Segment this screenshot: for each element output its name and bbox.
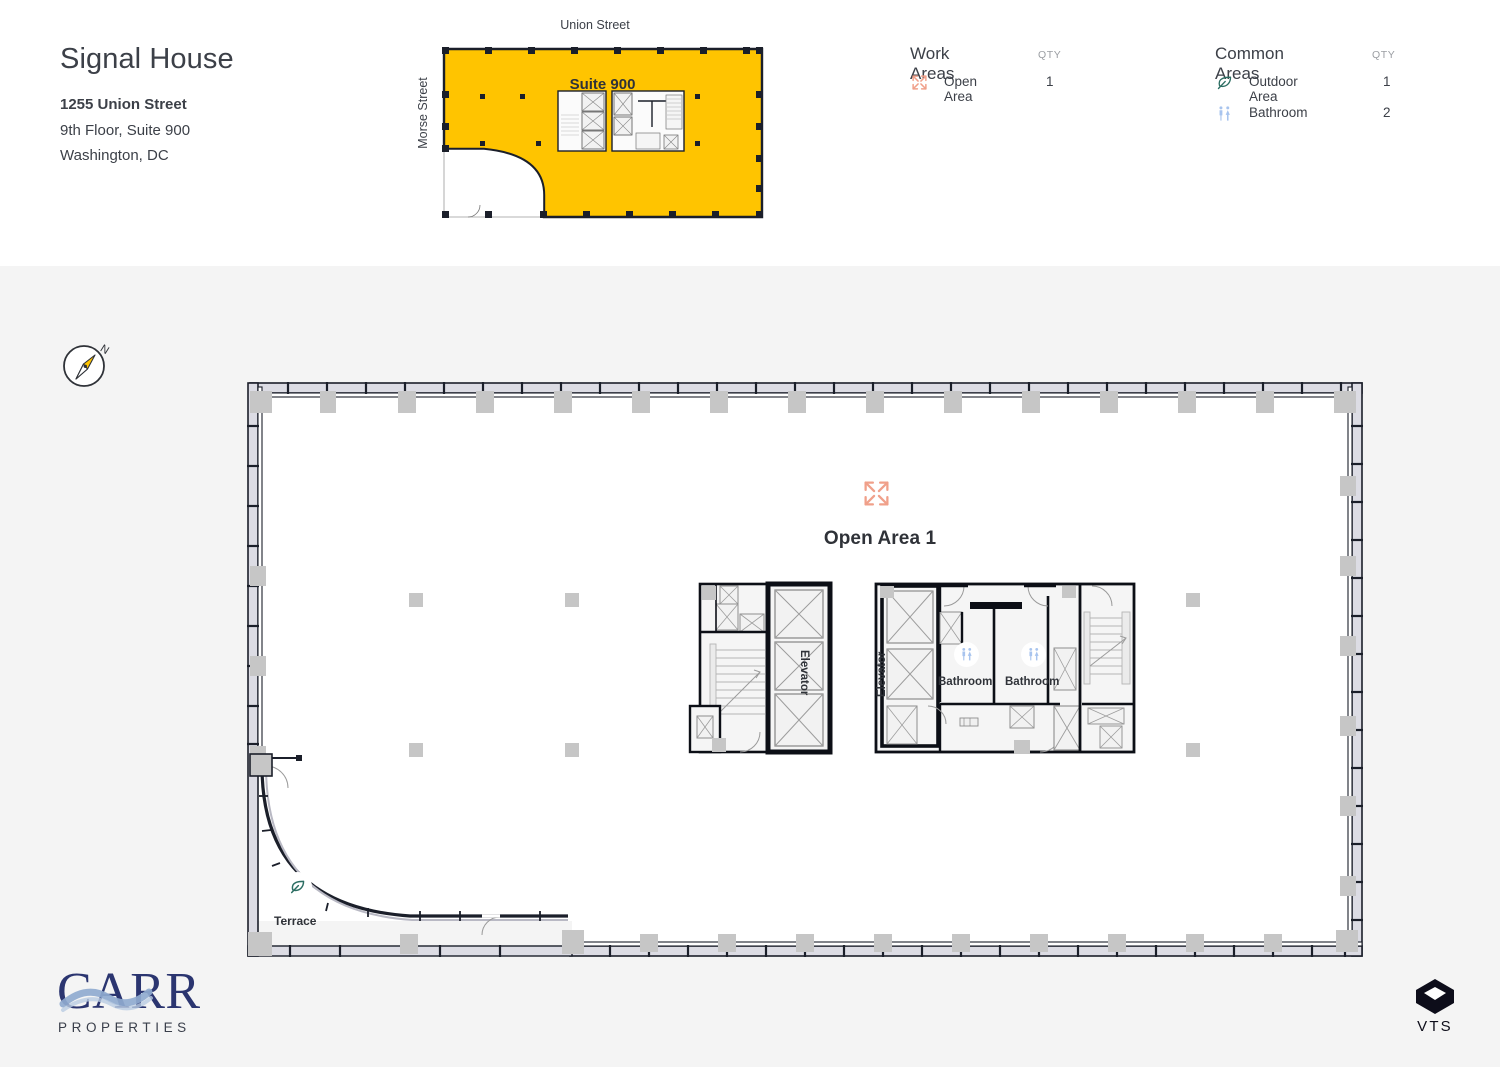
bathroom-icon-1: [954, 642, 979, 667]
legend-label-outdoor-area: Outdoor Area: [1249, 74, 1298, 104]
address-street: 1255 Union Street: [60, 95, 187, 113]
address-city: Washington, DC: [60, 147, 169, 165]
vts-logo-wordmark: VTS: [1417, 1018, 1453, 1035]
key-plan: Union Street Morse Street Suite 900: [400, 18, 790, 233]
keyplan-street-label-top: Union Street: [560, 18, 630, 32]
keyplan-diagram: [442, 47, 764, 219]
carr-properties-logo: CARR CARR PROPERTIES: [57, 962, 205, 1040]
legend-work-qty-header: QTY: [1038, 49, 1062, 61]
vts-logo: VTS: [1404, 973, 1466, 1035]
legend-label-open-area: Open Area: [944, 74, 978, 104]
legend-count-bathroom: 2: [1383, 105, 1391, 120]
legend-common-qty-header: QTY: [1372, 49, 1396, 61]
open-area-icon: [862, 479, 891, 508]
page-title: Signal House: [60, 43, 234, 75]
legend-label-bathroom: Bathroom: [1249, 105, 1308, 120]
address-floor-suite: 9th Floor, Suite 900: [60, 121, 191, 139]
legend-count-open-area: 1: [1046, 74, 1054, 89]
header-bar: Signal House 1255 Union Street 9th Floor…: [0, 0, 1500, 267]
right-core-group: [874, 582, 1136, 754]
left-core-group: [688, 581, 833, 755]
restroom-icon: [1216, 105, 1233, 122]
expand-arrows-icon: [911, 74, 928, 91]
bathroom-icon-2: [1021, 642, 1046, 667]
keyplan-street-label-left: Morse Street: [416, 77, 430, 149]
terrace-leaf-icon: [283, 872, 312, 901]
leaf-icon: [1216, 74, 1233, 91]
legend-count-outdoor-area: 1: [1383, 74, 1391, 89]
floorplan-drawing: [247, 382, 1363, 957]
title-block: Signal House 1255 Union Street 9th Floor…: [60, 43, 234, 169]
carr-logo-subtitle: PROPERTIES: [58, 1020, 191, 1035]
